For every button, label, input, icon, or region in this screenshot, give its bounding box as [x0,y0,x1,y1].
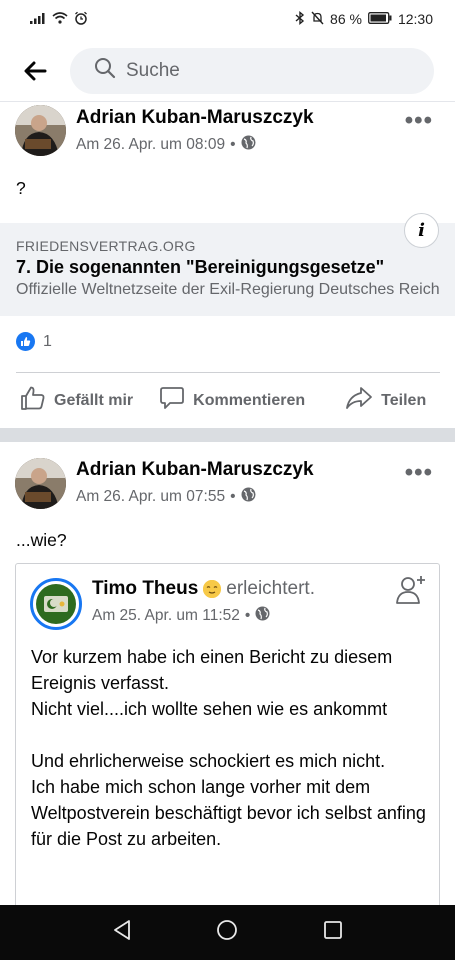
globe-icon [241,487,256,507]
more-options-icon[interactable]: ••• [405,461,433,485]
meta-separator: • [230,488,236,505]
avatar[interactable] [30,578,82,630]
shared-text-line: Ich habe mich schon lange vorher mit dem… [31,777,426,849]
search-placeholder: Suche [126,59,180,81]
shared-feeling: erleichtert. [226,578,315,599]
shared-post[interactable]: Timo Theus erleichtert. Am 25. Apr. um 1… [15,563,440,923]
post-card: Adrian Kuban-Maruszczyk Am 26. Apr. um 0… [0,442,455,923]
reactions-summary[interactable]: 1 [16,332,52,351]
meta-separator: • [230,136,236,153]
post-time[interactable]: Am 26. Apr. um 08:09 [76,136,225,154]
relieved-emoji-icon [203,580,222,598]
avatar[interactable] [15,458,66,509]
home-nav-icon[interactable] [216,919,238,946]
wifi-icon [52,11,68,27]
mute-icon [311,11,324,28]
thumbs-up-icon [20,385,46,416]
more-options-icon[interactable]: ••• [405,109,433,133]
link-preview[interactable]: i FRIEDENSVERTRAG.ORG 7. Die sogenannten… [0,213,455,316]
info-icon[interactable]: i [404,213,439,248]
like-reaction-icon [16,332,35,351]
recents-nav-icon[interactable] [323,920,343,945]
like-label: Gefällt mir [54,391,134,409]
post-card: Adrian Kuban-Maruszczyk Am 26. Apr. um 0… [0,102,455,428]
meta-separator: • [244,607,251,624]
search-input[interactable]: Suche [70,47,434,94]
link-description: Offizielle Weltnetzseite der Exil-Regier… [16,281,440,298]
avatar-image [36,584,76,624]
signal-icon [30,11,46,27]
share-button[interactable]: Teilen [345,386,426,415]
shared-text-line: Nicht viel....ich wollte sehen wie es an… [31,699,388,719]
comment-label: Kommentieren [193,391,306,409]
bluetooth-icon [295,10,305,28]
alarm-icon [74,11,88,28]
back-arrow-icon[interactable] [20,56,50,86]
post-text: ? [16,178,26,198]
search-icon [94,57,116,84]
battery-percent: 86 % [330,11,362,27]
shared-text-line: Vor kurzem habe ich einen Bericht zu die… [31,647,393,693]
avatar[interactable] [15,105,66,156]
post-meta: Am 26. Apr. um 08:09 • [76,135,256,155]
shared-author[interactable]: Timo Theus [92,578,198,600]
comment-icon [159,385,185,416]
shared-author-line: Timo Theus erleichtert. [92,578,315,600]
system-navigation-bar [0,905,455,960]
battery-icon [368,11,392,27]
post-meta: Am 26. Apr. um 07:55 • [76,487,256,507]
clock-time: 12:30 [397,11,433,27]
post-author[interactable]: Adrian Kuban-Maruszczyk [76,459,314,481]
shared-post-text: Vor kurzem habe ich einen Bericht zu die… [31,644,431,852]
post-time[interactable]: Am 26. Apr. um 07:55 [76,488,225,506]
post-author[interactable]: Adrian Kuban-Maruszczyk [76,107,314,129]
like-count: 1 [43,332,52,350]
shared-text-line: Und ehrlicherweise schockiert es mich ni… [31,751,386,771]
search-header: Suche [0,40,455,102]
post-text: ...wie? [16,530,67,550]
like-button[interactable]: Gefällt mir [20,385,133,416]
shared-time[interactable]: Am 25. Apr. um 11:52 [92,607,240,625]
globe-icon [255,606,270,626]
share-arrow-icon [345,386,373,415]
post-divider [0,428,455,442]
link-title: 7. Die sogenannten "Bereinigungsgesetze" [16,257,385,277]
post-actions: Gefällt mir Kommentieren Teilen [16,372,440,428]
share-label: Teilen [381,391,427,409]
link-domain: FRIEDENSVERTRAG.ORG [16,238,196,254]
globe-icon [241,135,256,155]
status-bar: 86 % 12:30 [0,0,455,38]
shared-meta: Am 25. Apr. um 11:52 • [92,606,270,626]
comment-button[interactable]: Kommentieren [159,385,305,416]
add-friend-icon[interactable] [395,574,427,611]
back-nav-icon[interactable] [112,919,132,946]
